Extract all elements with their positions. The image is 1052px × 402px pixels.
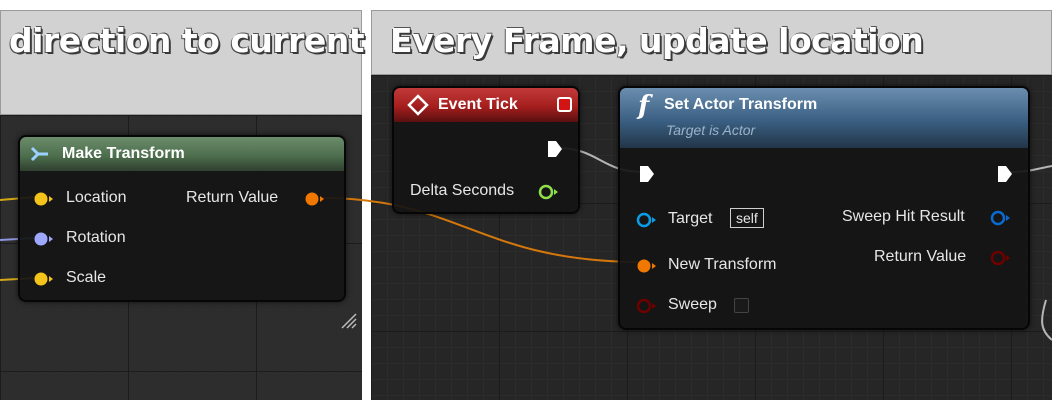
return-value-pin-icon[interactable] bbox=[304, 191, 328, 207]
rotation-pin-label: Rotation bbox=[66, 229, 126, 246]
sweep-checkbox[interactable] bbox=[734, 298, 749, 313]
set-actor-transform-title: Set Actor Transform bbox=[664, 96, 818, 113]
set-actor-transform-subtitle: Target is Actor bbox=[666, 122, 756, 138]
exec-out-pin-icon[interactable] bbox=[546, 139, 564, 159]
sweep-hit-result-label: Sweep Hit Result bbox=[842, 208, 965, 225]
target-self-field[interactable]: self bbox=[730, 208, 764, 228]
blueprint-graph-canvas[interactable]: direction to current Every Frame, update… bbox=[0, 0, 1052, 402]
rotation-pin-icon[interactable] bbox=[34, 231, 56, 247]
make-transform-node[interactable]: Make Transform Location Rotation Scale R… bbox=[18, 135, 346, 302]
delta-seconds-pin-icon[interactable] bbox=[538, 184, 562, 200]
sweep-pin-icon[interactable] bbox=[636, 298, 660, 314]
new-transform-pin-icon[interactable] bbox=[636, 258, 660, 274]
target-pin-label: Target bbox=[668, 210, 713, 227]
target-pin-icon[interactable] bbox=[636, 212, 660, 228]
location-pin-label: Location bbox=[66, 189, 127, 206]
sweep-pin-label: Sweep bbox=[668, 296, 717, 313]
delegate-pin-icon[interactable] bbox=[556, 96, 574, 114]
scale-pin-label: Scale bbox=[66, 269, 107, 286]
function-icon: f bbox=[638, 91, 650, 121]
make-transform-title: Make Transform bbox=[62, 145, 185, 162]
return-value-pin-icon[interactable] bbox=[990, 250, 1014, 266]
pure-function-icon bbox=[30, 146, 48, 162]
return-value-label: Return Value bbox=[186, 189, 279, 206]
exec-in-pin-icon[interactable] bbox=[638, 164, 656, 184]
delta-seconds-label: Delta Seconds bbox=[410, 182, 515, 199]
return-value-label: Return Value bbox=[874, 248, 967, 265]
event-tick-title: Event Tick bbox=[438, 96, 518, 113]
wire-right-edge bbox=[1041, 299, 1052, 341]
event-diamond-icon bbox=[407, 94, 429, 116]
event-tick-node[interactable]: Event Tick Delta Seconds bbox=[392, 86, 580, 214]
set-actor-transform-node[interactable]: f Set Actor Transform Target is Actor Ta… bbox=[618, 86, 1030, 330]
location-pin-icon[interactable] bbox=[34, 191, 56, 207]
new-transform-pin-label: New Transform bbox=[668, 256, 777, 273]
exec-out-pin-icon[interactable] bbox=[996, 164, 1014, 184]
scale-pin-icon[interactable] bbox=[34, 271, 56, 287]
sweep-hit-result-pin-icon[interactable] bbox=[990, 210, 1014, 226]
